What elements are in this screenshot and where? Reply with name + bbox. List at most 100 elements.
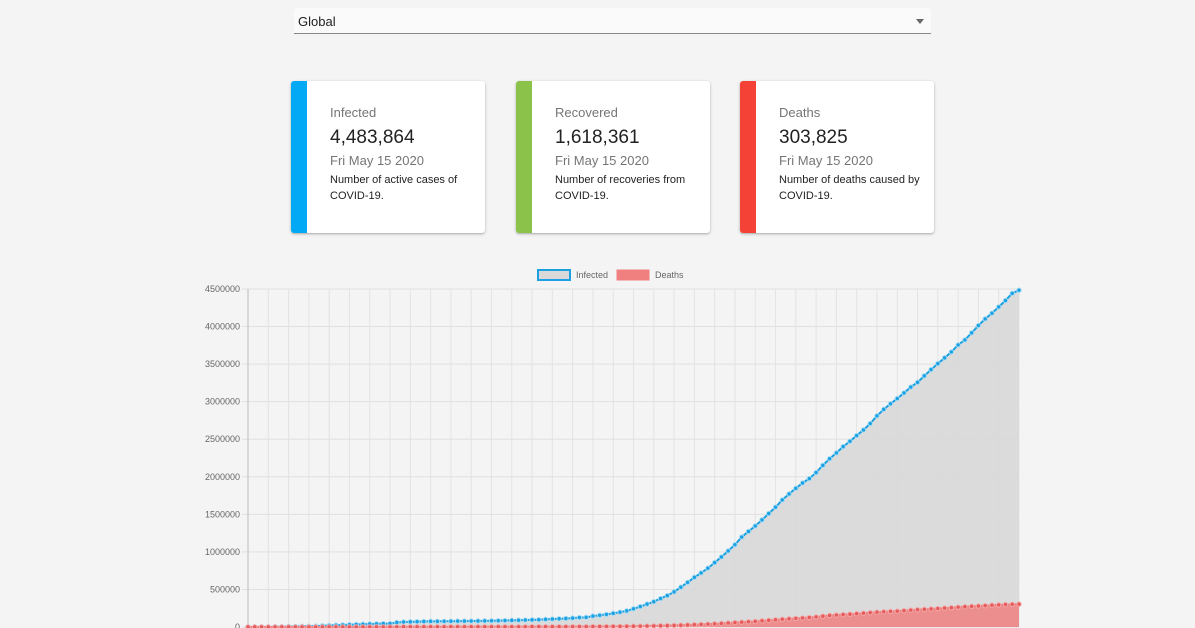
deaths-point [529, 624, 535, 628]
infected-point [962, 337, 968, 343]
deaths-point [1009, 601, 1015, 608]
deaths-point [901, 607, 907, 614]
deaths-point [536, 624, 542, 628]
deaths-point [996, 602, 1002, 608]
infected-point [901, 390, 907, 396]
infected-point [475, 618, 481, 624]
deaths-point [725, 620, 731, 626]
infected-point [745, 528, 752, 535]
deaths-point [664, 622, 671, 628]
deaths-point [515, 624, 522, 628]
infected-point [732, 541, 738, 548]
deaths-point [441, 624, 447, 628]
deaths-point [590, 623, 596, 628]
deaths-point [772, 617, 779, 623]
infected-point [955, 342, 961, 348]
deaths-point [948, 604, 955, 611]
infected-point [860, 427, 867, 433]
y-tick-label: 3500000 [205, 359, 240, 369]
daily-cases-chart: 0 500000 1000000 1500000 2000000 2500000 30000… [205, 269, 1022, 628]
infected-point [488, 618, 495, 624]
deaths-point [549, 624, 556, 628]
infected-point [853, 432, 860, 439]
infected-point [975, 322, 982, 329]
infected-point [847, 438, 853, 445]
infected-point [711, 559, 718, 566]
infected-point [664, 592, 671, 599]
deaths-point [718, 620, 725, 627]
deaths-point [556, 624, 562, 628]
deaths-point [732, 619, 738, 626]
deaths-point [759, 618, 765, 624]
infected-point [752, 523, 758, 529]
infected-point [718, 554, 725, 560]
deaths-point [502, 624, 508, 628]
deaths-point [793, 615, 799, 622]
infected-point [1009, 290, 1015, 297]
infected-point [637, 603, 643, 610]
deaths-point [624, 623, 630, 628]
deaths-point [779, 616, 785, 622]
deaths-point [684, 622, 691, 628]
infected-point [542, 616, 549, 623]
infected-point [928, 366, 934, 373]
deaths-point [691, 621, 698, 628]
infected-point [935, 360, 941, 367]
infected-point [881, 406, 887, 413]
infected-point [914, 379, 921, 386]
deaths-point [941, 605, 948, 611]
deaths-point [637, 623, 643, 628]
infected-point [691, 574, 698, 581]
infected-point [502, 617, 508, 624]
deaths-point [928, 606, 934, 612]
y-tick-label: 4500000 [205, 284, 240, 294]
infected-point [793, 485, 799, 491]
infected-point [989, 310, 995, 316]
infected-point [509, 617, 515, 624]
infected-point [556, 616, 562, 622]
infected-point [671, 589, 677, 595]
legend-label-deaths: Deaths [655, 270, 684, 280]
infected-point [786, 491, 792, 497]
deaths-point [495, 624, 501, 628]
infected-point [495, 617, 501, 624]
infected-point [948, 349, 955, 355]
deaths-point [914, 607, 921, 613]
deaths-point [786, 616, 792, 622]
deaths-point [448, 624, 454, 628]
infected-point [651, 598, 657, 605]
infected-point [766, 510, 772, 517]
y-tick-label: 4000000 [205, 322, 240, 332]
infected-point [698, 570, 704, 576]
infected-point [407, 619, 414, 625]
infected-point [414, 618, 420, 625]
infected-point [799, 480, 806, 486]
y-tick-label: 1000000 [205, 547, 240, 557]
infected-point [725, 548, 731, 554]
infected-point [678, 584, 684, 590]
y-tick-label: 0 [235, 622, 240, 628]
deaths-point [1002, 601, 1009, 608]
infected-point [657, 595, 664, 602]
deaths-point [766, 617, 772, 624]
deaths-point [610, 623, 616, 628]
y-tick-label: 500000 [210, 584, 240, 594]
deaths-point [475, 624, 481, 628]
infected-point [867, 420, 873, 427]
infected-point [617, 609, 623, 615]
deaths-point [461, 624, 468, 628]
infected-point [596, 612, 603, 618]
deaths-point [671, 622, 677, 628]
deaths-point [799, 615, 806, 621]
deaths-point [482, 624, 488, 628]
deaths-point [630, 623, 637, 628]
deaths-point [975, 603, 982, 609]
infected-point [820, 462, 826, 469]
infected-point [624, 608, 630, 614]
infected-point [461, 618, 468, 624]
deaths-point [522, 624, 528, 628]
infected-point [739, 534, 745, 540]
infected-point [908, 384, 914, 390]
infected-point [833, 450, 840, 456]
deaths-point [826, 612, 833, 619]
